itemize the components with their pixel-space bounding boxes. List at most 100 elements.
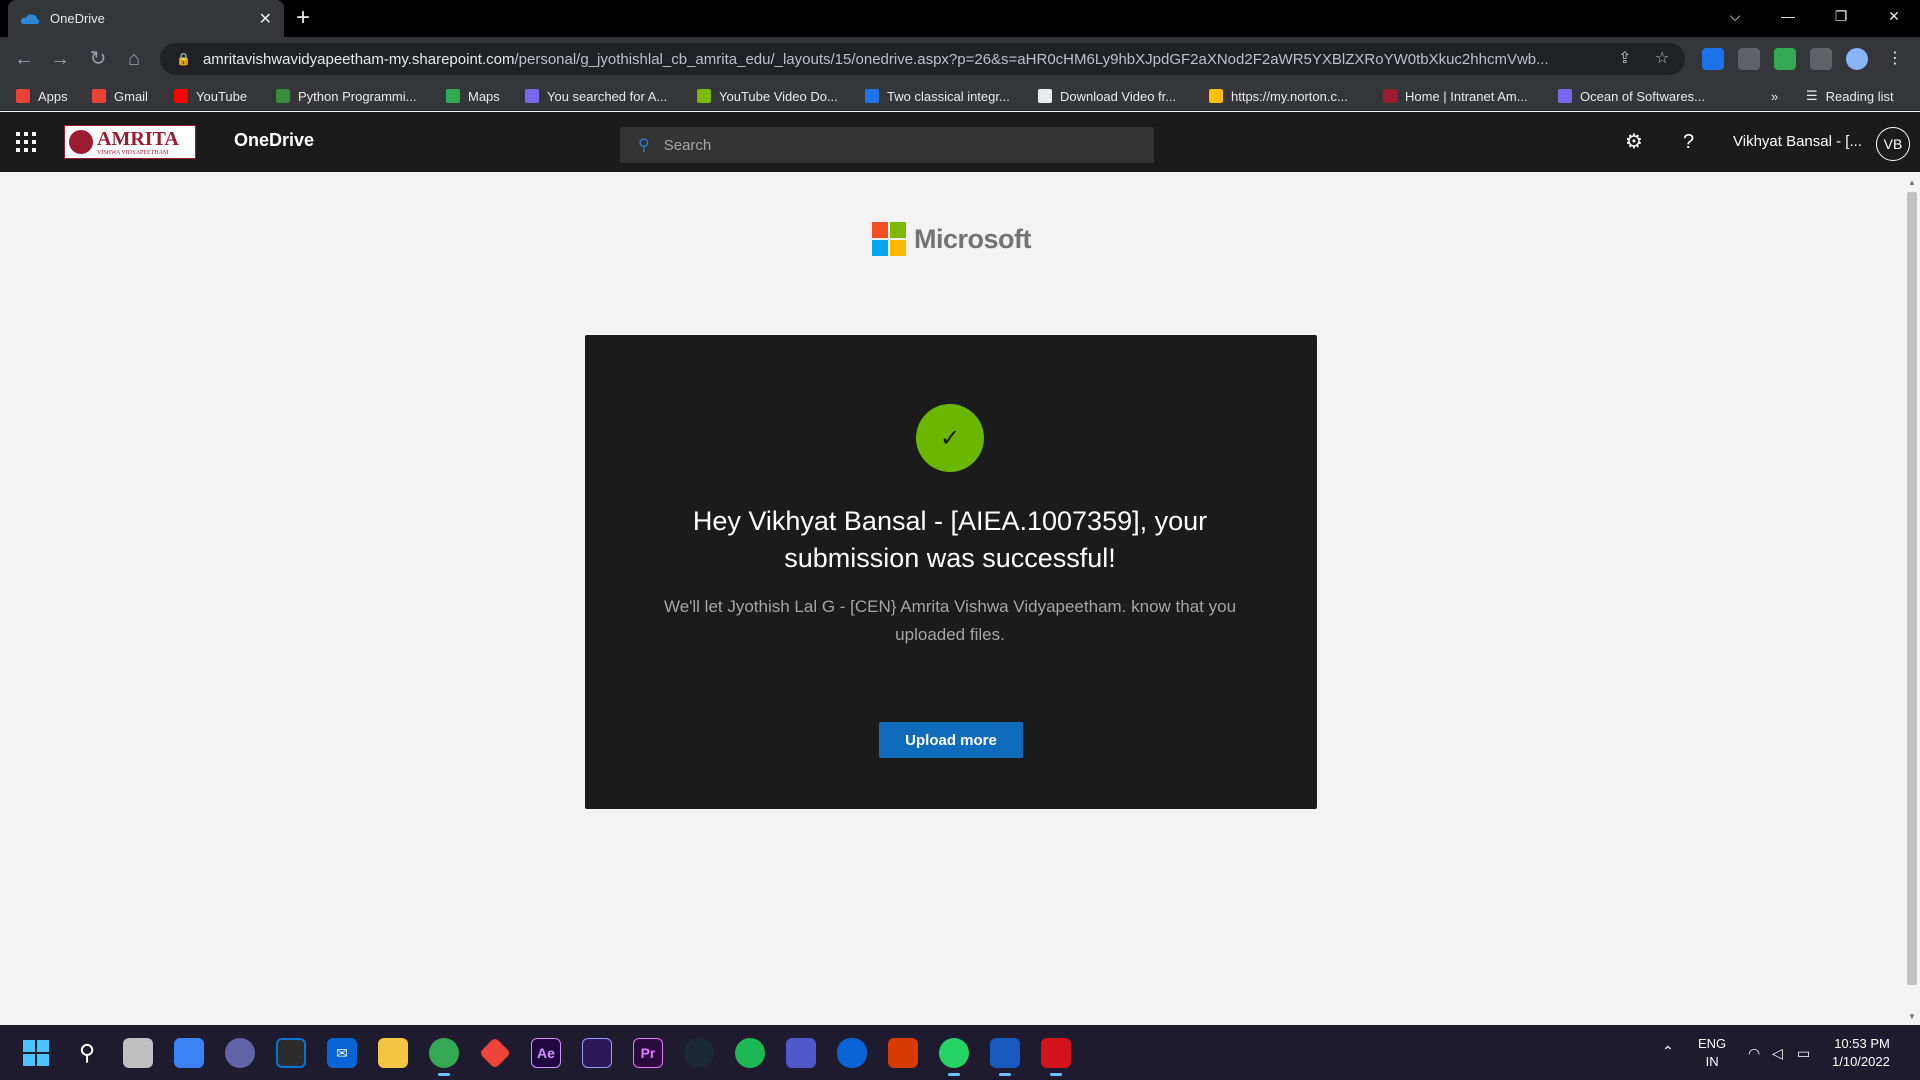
premiere-rush-icon[interactable] bbox=[582, 1038, 612, 1068]
anydesk-icon[interactable] bbox=[479, 1037, 511, 1069]
wifi-icon[interactable]: ◠ bbox=[1748, 1044, 1760, 1062]
volume-icon[interactable]: ◁ bbox=[1772, 1044, 1783, 1062]
new-tab-icon[interactable]: + bbox=[296, 6, 310, 30]
bookmark-maps[interactable]: Maps bbox=[446, 86, 500, 106]
app-launcher-icon[interactable] bbox=[16, 132, 36, 152]
minimize-icon[interactable]: — bbox=[1763, 0, 1813, 32]
close-tab-icon[interactable]: ✕ bbox=[259, 9, 272, 29]
share-icon[interactable]: ⇪ bbox=[1618, 43, 1631, 75]
success-check-icon: ✓ bbox=[916, 404, 984, 472]
office-icon[interactable] bbox=[888, 1038, 918, 1068]
site-page-icon bbox=[865, 89, 879, 103]
youtube-icon bbox=[174, 89, 188, 103]
language-indicator[interactable]: ENG IN bbox=[1698, 1035, 1726, 1071]
chrome-icon[interactable] bbox=[429, 1038, 459, 1076]
maps-pin-icon bbox=[446, 89, 460, 103]
bookmark-integrals[interactable]: Two classical integr... bbox=[865, 86, 1010, 106]
scroll-up-icon[interactable]: ▲ bbox=[1908, 178, 1916, 187]
start-icon[interactable] bbox=[21, 1038, 51, 1068]
amrita-logo[interactable]: AMRITA VISHWA VIDYAPEETHAM bbox=[64, 125, 196, 159]
acrobat-icon[interactable] bbox=[1041, 1038, 1071, 1076]
task-view-icon[interactable] bbox=[123, 1038, 153, 1068]
bookmark-label: Gmail bbox=[114, 88, 148, 104]
bookmark-yt-downloader[interactable]: YouTube Video Do... bbox=[697, 86, 838, 106]
bookmark-python[interactable]: Python Programmi... bbox=[276, 86, 417, 106]
browser-tab-bar: OneDrive ✕ + ⌵ — ❐ ✕ bbox=[0, 0, 1920, 37]
app-name[interactable]: OneDrive bbox=[234, 130, 314, 151]
amrita-icon bbox=[1383, 89, 1397, 103]
globe-icon bbox=[1038, 89, 1052, 103]
steam-icon[interactable] bbox=[684, 1038, 714, 1068]
restore-icon[interactable]: ❐ bbox=[1816, 0, 1866, 32]
logo-text: AMRITA bbox=[97, 127, 179, 150]
search-input[interactable] bbox=[663, 136, 1124, 154]
clock[interactable]: 10:53 PM 1/10/2022 bbox=[1832, 1035, 1890, 1071]
after-effects-icon[interactable]: Ae bbox=[531, 1038, 561, 1068]
success-headline: Hey Vikhyat Bansal - [AIEA.1007359], you… bbox=[692, 506, 1208, 573]
bookmark-label: Python Programmi... bbox=[298, 88, 417, 104]
chat-icon[interactable] bbox=[225, 1038, 255, 1068]
profile-avatar-icon[interactable] bbox=[1846, 48, 1868, 70]
amrita-seal-icon bbox=[69, 130, 93, 154]
avatar[interactable]: VB bbox=[1876, 127, 1910, 161]
reload-icon[interactable]: ↻ bbox=[86, 47, 110, 71]
more-bookmarks-icon[interactable]: » bbox=[1771, 86, 1778, 106]
browser-toolbar: ← → ↻ ⌂ 🔒 amritavishwavidyapeetham-my.sh… bbox=[0, 37, 1920, 81]
back-icon[interactable]: ← bbox=[12, 47, 36, 71]
address-bar[interactable]: 🔒 amritavishwavidyapeetham-my.sharepoint… bbox=[160, 43, 1685, 75]
page-scrollbar[interactable]: ▲ ▼ bbox=[1904, 172, 1920, 1025]
extension-sh-icon[interactable] bbox=[1702, 48, 1724, 70]
close-window-icon[interactable]: ✕ bbox=[1869, 0, 1919, 32]
extensions-puzzle-icon[interactable] bbox=[1810, 48, 1832, 70]
search-box[interactable]: ⚲ bbox=[620, 127, 1154, 163]
home-icon[interactable]: ⌂ bbox=[122, 47, 146, 71]
bookmark-star-icon[interactable]: ☆ bbox=[1655, 43, 1669, 75]
bookmark-youtube[interactable]: YouTube bbox=[174, 86, 247, 106]
bookmark-apps[interactable]: Apps bbox=[16, 86, 68, 106]
tab-search-icon[interactable]: ⌵ bbox=[1710, 0, 1760, 32]
bookmark-intranet[interactable]: Home | Intranet Am... bbox=[1383, 86, 1528, 106]
extension-shield-icon[interactable] bbox=[1774, 48, 1796, 70]
bookmark-norton[interactable]: https://my.norton.c... bbox=[1209, 86, 1348, 106]
word-icon[interactable] bbox=[990, 1038, 1020, 1076]
bookmark-gmail[interactable]: Gmail bbox=[92, 86, 148, 106]
bookmark-ocean[interactable]: Ocean of Softwares... bbox=[1558, 86, 1705, 106]
bookmark-download-video[interactable]: Download Video fr... bbox=[1038, 86, 1176, 106]
reading-list[interactable]: ☰ Reading list bbox=[1806, 86, 1894, 106]
teams-icon[interactable] bbox=[786, 1038, 816, 1068]
bookmark-label: Apps bbox=[38, 88, 68, 104]
microsoft-logo: Microsoft bbox=[872, 222, 1032, 256]
url-text: amritavishwavidyapeetham-my.sharepoint.c… bbox=[203, 51, 1643, 68]
microsoft-wordmark: Microsoft bbox=[914, 223, 1032, 254]
whatsapp-icon[interactable] bbox=[939, 1038, 969, 1076]
bookmark-label: Maps bbox=[468, 88, 500, 104]
user-name[interactable]: Vikhyat Bansal - [... bbox=[1733, 133, 1862, 150]
lock-icon: 🔒 bbox=[176, 52, 191, 66]
extension-ghostery-icon[interactable] bbox=[1738, 48, 1760, 70]
site-swirl-icon bbox=[1558, 89, 1572, 103]
forward-icon[interactable]: → bbox=[48, 47, 72, 71]
python-icon bbox=[276, 89, 290, 103]
bookmark-label: Two classical integr... bbox=[887, 88, 1010, 104]
menu-kebab-icon[interactable]: ⋮ bbox=[1884, 48, 1906, 70]
search-icon[interactable]: ⚲ bbox=[72, 1038, 102, 1068]
bookmark-search[interactable]: You searched for A... bbox=[525, 86, 667, 106]
gmail-icon bbox=[92, 89, 106, 103]
scrollbar-thumb[interactable] bbox=[1907, 192, 1917, 985]
spotify-icon[interactable] bbox=[735, 1038, 765, 1068]
settings-gear-icon[interactable]: ⚙ bbox=[1625, 130, 1643, 154]
clock-date: 1/10/2022 bbox=[1832, 1054, 1890, 1069]
show-hidden-icons-icon[interactable]: ⌃ bbox=[1662, 1042, 1674, 1060]
mail-icon[interactable]: ✉ bbox=[327, 1038, 357, 1068]
upload-more-button[interactable]: Upload more bbox=[879, 722, 1023, 758]
store-icon[interactable] bbox=[276, 1038, 306, 1068]
scroll-down-icon[interactable]: ▼ bbox=[1908, 1012, 1916, 1021]
widgets-icon[interactable] bbox=[174, 1038, 204, 1068]
premiere-pro-icon[interactable]: Pr bbox=[633, 1038, 663, 1068]
tab-onedrive[interactable]: OneDrive ✕ bbox=[8, 0, 284, 37]
onedrive-icon[interactable] bbox=[837, 1038, 867, 1068]
file-explorer-icon[interactable] bbox=[378, 1038, 408, 1068]
url-domain: amritavishwavidyapeetham-my.sharepoint.c… bbox=[202, 50, 515, 68]
help-icon[interactable]: ? bbox=[1683, 130, 1694, 154]
battery-icon[interactable]: ▭ bbox=[1797, 1044, 1810, 1062]
